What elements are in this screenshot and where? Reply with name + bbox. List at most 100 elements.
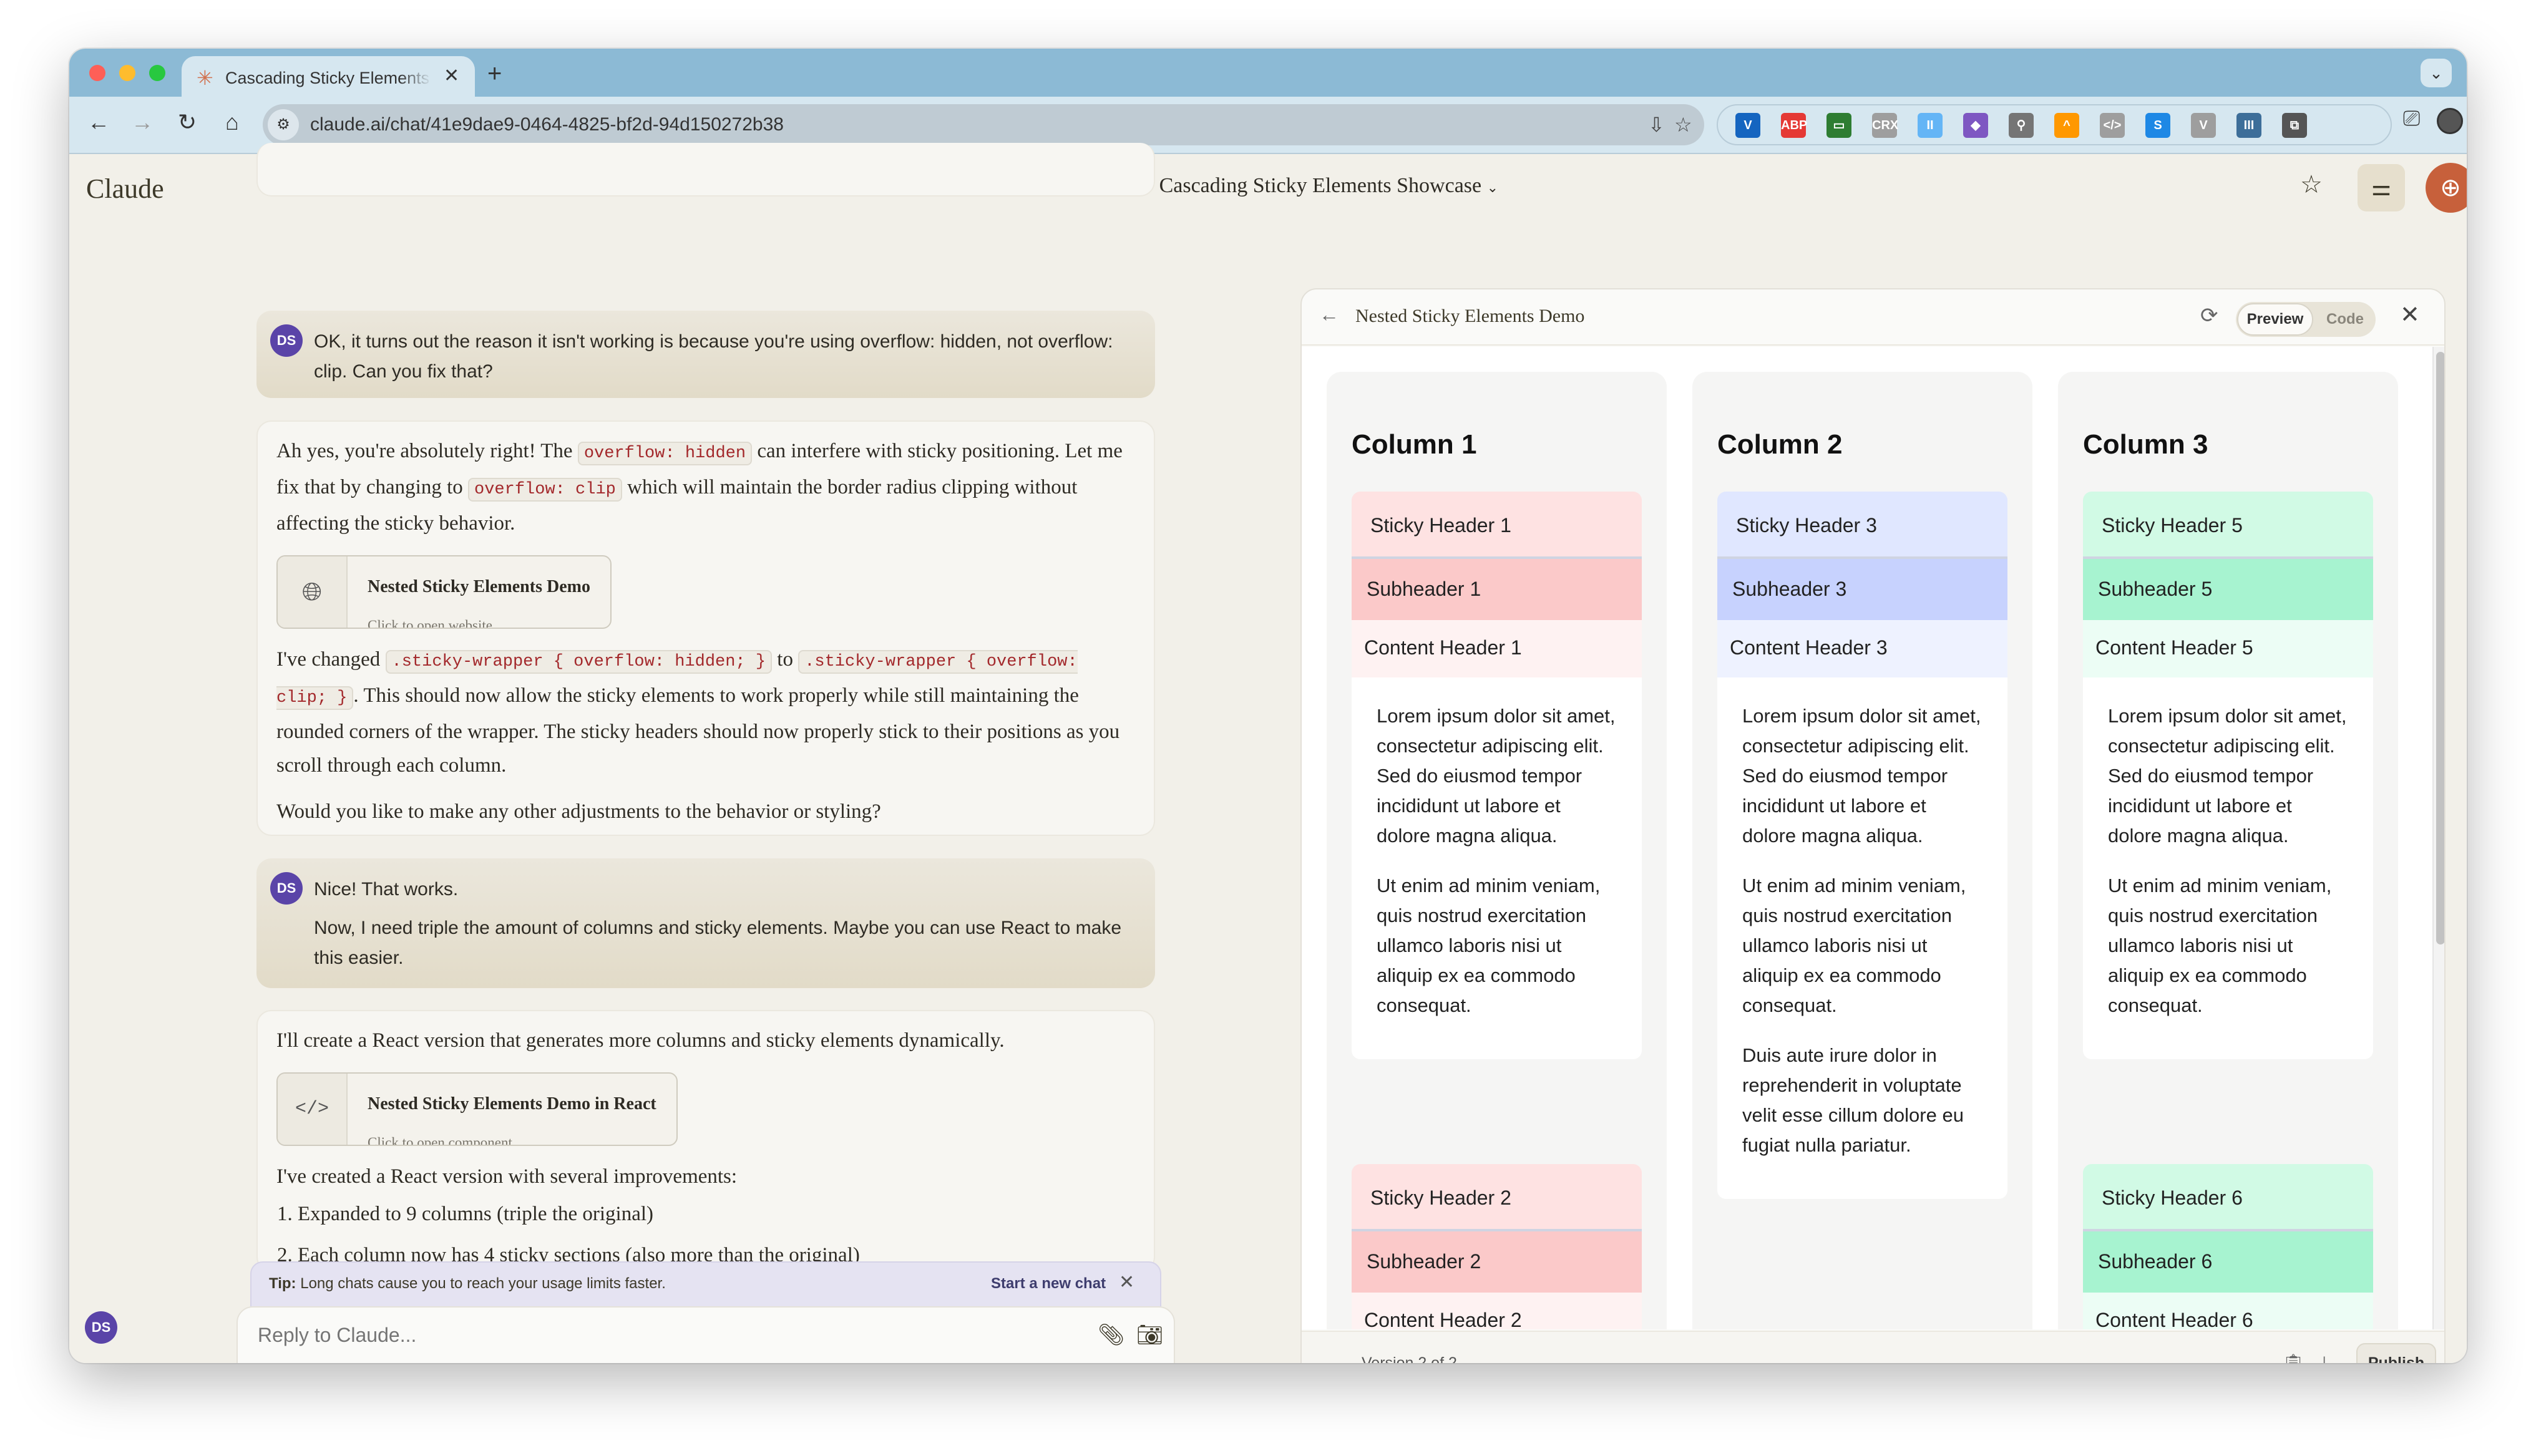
sticky-header: Sticky Header 5 — [2083, 492, 2373, 559]
maximize-window-button[interactable] — [149, 65, 165, 81]
artifact-card-subtitle: Click to open website — [368, 618, 492, 629]
user-message-text: Now, I need triple the amount of columns… — [314, 918, 1121, 968]
bookmark-star-icon[interactable]: ☆ — [1674, 113, 1692, 137]
close-icon[interactable]: ✕ — [2400, 301, 2420, 329]
artifact-title: Nested Sticky Elements Demo — [1355, 306, 1585, 326]
code-ext-icon[interactable]: </> — [2100, 113, 2125, 138]
preview-column: Column 1 Sticky Header 1 Subheader 1 Conten… — [1327, 372, 1667, 1329]
conversation-title: Cascading Sticky Elements Showcase — [1159, 174, 1482, 197]
lorem-paragraph: Ut enim ad minim veniam, quis nostrud ex… — [1377, 875, 1601, 1016]
home-icon[interactable]: ⌂ — [217, 109, 248, 135]
globe-icon: 🌐︎ — [278, 556, 348, 628]
tab-active[interactable]: ✳ Cascading Sticky Elements Showcase ✕ — [182, 56, 475, 100]
publish-button[interactable]: Publish — [2356, 1343, 2436, 1363]
paperclip-icon[interactable]: 📎︎ — [1098, 1323, 1124, 1347]
back-arrow-icon[interactable]: ← — [83, 109, 114, 135]
pause-ext-icon[interactable]: II — [1918, 113, 1943, 138]
conversation-title-button[interactable]: 💬︎ Cascading Sticky Elements Showcase ⌄ — [1130, 174, 1498, 198]
artifact-card-subtitle: Click to open component — [368, 1135, 512, 1146]
content-header: Content Header 1 — [1352, 620, 1642, 677]
artifact-card-website[interactable]: 🌐︎ Nested Sticky Elements Demo Click to … — [276, 555, 612, 629]
preview-code-toggle: Preview Code — [2236, 302, 2376, 337]
close-tip-icon[interactable]: ✕ — [1119, 1271, 1134, 1293]
cast-icon[interactable]: ⎚ — [2403, 107, 2420, 131]
subheader: Subheader 6 — [2083, 1231, 2373, 1293]
sticky-section: Sticky Header 5 Subheader 5 Content Header… — [2083, 492, 2373, 1059]
subheader: Subheader 1 — [1352, 559, 1642, 620]
ai-paragraph: I'll create a React version that generat… — [276, 1029, 1005, 1052]
reload-icon[interactable]: ↻ — [172, 109, 203, 135]
claude-logo[interactable]: Claude — [86, 173, 164, 205]
code-icon: </> — [278, 1074, 348, 1145]
minimize-window-button[interactable] — [119, 65, 135, 81]
new-tab-button[interactable]: + — [487, 61, 502, 86]
user-message-text: Nice! That works. — [314, 879, 459, 900]
url-text[interactable]: claude.ai/chat/41e9dae9-0464-4825-bf2d-9… — [310, 114, 784, 135]
tab-code[interactable]: Code — [2320, 303, 2370, 336]
artifact-panel: ← Nested Sticky Elements Demo ⟳ Preview … — [1300, 288, 2446, 1363]
scrollbar-thumb[interactable] — [2436, 352, 2444, 944]
location-ext-icon[interactable]: ⚲ — [2009, 113, 2034, 138]
owl-ext-icon[interactable]: ◆ — [1963, 113, 1988, 138]
forward-arrow-icon[interactable]: → — [127, 109, 158, 135]
preview-column: Column 2 Sticky Header 3 Subheader 3 Conten… — [1692, 372, 2032, 1329]
sticky-section: Sticky Header 1 Subheader 1 Content Header… — [1352, 492, 1642, 1059]
lorem-paragraph: Ut enim ad minim veniam, quis nostrud ex… — [1742, 875, 1966, 1016]
preview-column: Column 3 Sticky Header 5 Subheader 5 Conten… — [2058, 372, 2398, 1329]
browser-window: ✳ Cascading Sticky Elements Showcase ✕ +… — [69, 49, 2467, 1363]
settings-sliders-button[interactable]: ⚌ — [2358, 164, 2405, 211]
next-version-arrow-icon[interactable]: → — [1483, 1353, 1501, 1363]
new-chat-button[interactable]: ⊕ — [2426, 163, 2467, 213]
list-item: Expanded to 9 columns (triple the origin… — [298, 1197, 1135, 1231]
chevron-down-icon: ⌄ — [1486, 180, 1499, 195]
capture-ext-icon[interactable]: ^ — [2054, 113, 2079, 138]
content-header: Content Header 6 — [2083, 1293, 2373, 1329]
ai-paragraph: I've changed .sticky-wrapper { overflow:… — [276, 648, 1120, 777]
previous-version-arrow-icon[interactable]: ← — [1320, 1353, 1339, 1363]
site-settings-icon[interactable]: ⚙ — [268, 109, 299, 140]
claude-favicon-icon: ✳ — [197, 67, 213, 89]
vue-ext-icon[interactable]: V — [2191, 113, 2216, 138]
composer: 📎︎ 📷︎ Claude 3.5 Sonnet (New) ⌄ — [237, 1306, 1175, 1363]
artifact-card-title: Nested Sticky Elements Demo in React — [368, 1094, 656, 1114]
screenshot-ext-icon[interactable]: ▭ — [1826, 113, 1851, 138]
sticky-header: Sticky Header 6 — [2083, 1164, 2373, 1231]
adblock-plus-ext-icon[interactable]: ABP — [1781, 113, 1807, 138]
artifact-card-component[interactable]: </> Nested Sticky Elements Demo in React… — [276, 1072, 678, 1146]
column-title: Column 2 — [1717, 429, 1843, 460]
back-arrow-icon[interactable]: ← — [1319, 303, 1339, 326]
improvements-list: Expanded to 9 columns (triple the origin… — [298, 1197, 1135, 1271]
tab-preview[interactable]: Preview — [2237, 303, 2313, 336]
start-new-chat-link[interactable]: Start a new chat — [991, 1275, 1106, 1293]
puzzle-ext-icon[interactable]: ⧉ — [2282, 113, 2307, 138]
vimium-ext-icon[interactable]: V — [1735, 113, 1760, 138]
extensions-group: V ABP ▭ CRX II ◆ ⚲ ^ </> S V III ⧉ — [1717, 104, 2392, 145]
sync-ext-icon[interactable]: S — [2145, 113, 2170, 138]
columns-ext-icon[interactable]: III — [2236, 113, 2261, 138]
preview-scrollbar[interactable] — [2432, 347, 2444, 1329]
crx-ext-icon[interactable]: CRX — [1872, 113, 1898, 138]
tab-bar: ✳ Cascading Sticky Elements Showcase ✕ +… — [69, 49, 2467, 100]
address-bar[interactable]: ⚙ claude.ai/chat/41e9dae9-0464-4825-bf2d… — [263, 104, 1704, 145]
tab-search-chevron-icon[interactable]: ⌄ — [2421, 59, 2452, 87]
camera-icon[interactable]: 📷︎ — [1136, 1323, 1163, 1347]
ai-message: Ah yes, you're absolutely right! The ove… — [256, 420, 1155, 836]
copy-clipboard-icon[interactable]: 📋︎ — [2281, 1353, 2305, 1363]
content-header: Content Header 2 — [1352, 1293, 1642, 1329]
reply-input[interactable] — [258, 1324, 1069, 1347]
refresh-icon[interactable]: ⟳ — [2200, 303, 2218, 328]
version-label: Version 2 of 2 — [1362, 1354, 1457, 1363]
tab-close-icon[interactable]: ✕ — [444, 65, 459, 87]
sticky-section: Sticky Header 3 Subheader 3 Content Header… — [1717, 492, 2007, 1199]
inline-code: overflow: hidden — [577, 442, 753, 465]
star-icon[interactable]: ☆ — [2300, 170, 2323, 199]
install-app-icon[interactable]: ⇩ — [1648, 113, 1665, 137]
profile-avatar[interactable] — [2437, 108, 2463, 134]
inline-code: overflow: clip — [468, 478, 622, 502]
sticky-header: Sticky Header 1 — [1352, 492, 1642, 559]
subheader: Subheader 2 — [1352, 1231, 1642, 1293]
close-window-button[interactable] — [89, 65, 105, 81]
download-icon[interactable]: ⤓ — [2320, 1353, 2328, 1363]
tip-text: Long chats cause you to reach your usage… — [296, 1275, 666, 1292]
sidebar-user-avatar[interactable]: DS — [85, 1311, 117, 1344]
